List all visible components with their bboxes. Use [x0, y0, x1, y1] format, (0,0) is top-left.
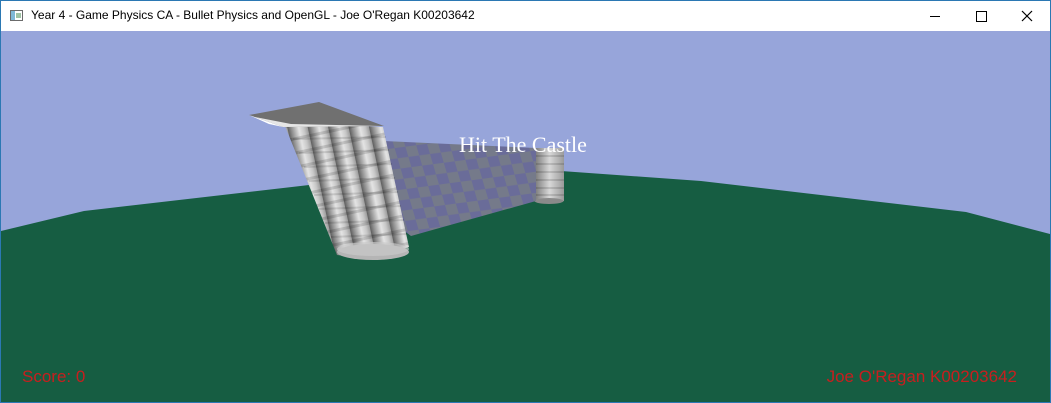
author-label: Joe O'Regan K00203642 — [826, 367, 1017, 386]
window-title: Year 4 - Game Physics CA - Bullet Physic… — [31, 8, 475, 22]
close-button[interactable] — [1004, 1, 1050, 31]
app-window: Year 4 - Game Physics CA - Bullet Physic… — [0, 0, 1051, 403]
game-scene — [1, 31, 1050, 402]
title-bar[interactable]: Year 4 - Game Physics CA - Bullet Physic… — [1, 1, 1050, 31]
maximize-button[interactable] — [958, 1, 1004, 31]
hud-title: Hit The Castle — [459, 132, 587, 157]
opengl-window-icon — [10, 10, 23, 21]
game-viewport[interactable]: Hit The Castle Score: 0 Joe O'Regan K002… — [1, 31, 1050, 402]
minimize-button[interactable] — [912, 1, 958, 31]
maximize-icon — [976, 11, 987, 22]
close-icon — [1021, 10, 1033, 22]
minimize-icon — [930, 16, 940, 17]
score-label: Score: 0 — [22, 367, 86, 386]
